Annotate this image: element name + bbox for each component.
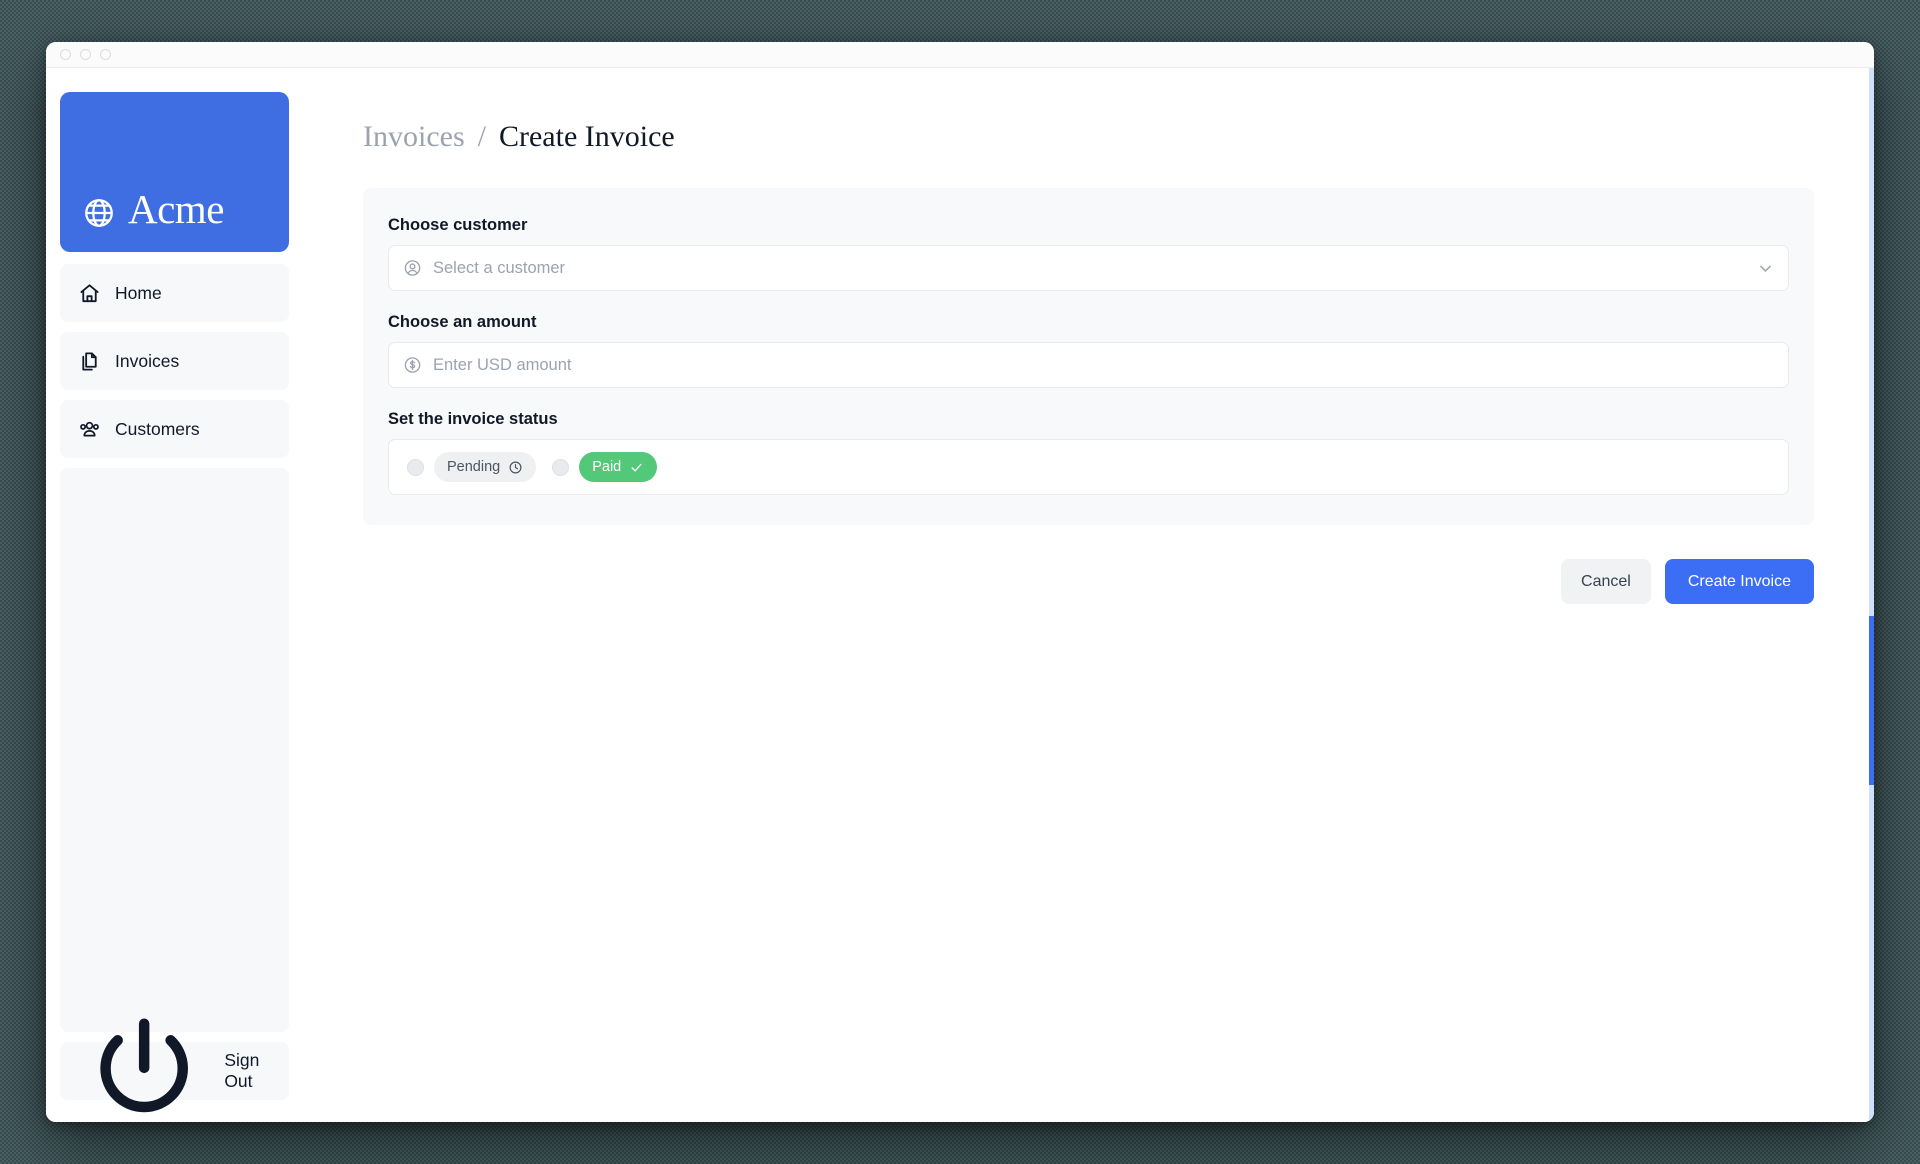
breadcrumb-current: Create Invoice bbox=[498, 120, 675, 153]
sidebar-item-invoices[interactable]: Invoices bbox=[60, 332, 289, 390]
amount-label: Choose an amount bbox=[388, 313, 537, 331]
users-icon bbox=[80, 421, 99, 436]
radio-pending[interactable] bbox=[407, 458, 424, 476]
amount-input-wrapper[interactable]: Enter USD amount bbox=[388, 342, 1789, 388]
cancel-button[interactable]: Cancel bbox=[1561, 559, 1651, 604]
radio-paid[interactable] bbox=[552, 458, 570, 476]
brand-name: Acme bbox=[128, 186, 224, 232]
currency-dollar-icon bbox=[404, 357, 421, 373]
browser-window: Acme Home Invoices Customers Sign Out In… bbox=[46, 42, 1874, 1122]
app-viewport: Acme Home Invoices Customers Sign Out In… bbox=[46, 68, 1874, 1122]
customer-select-value: Select a customer bbox=[433, 258, 566, 277]
sidebar-spacer bbox=[60, 468, 289, 1032]
sidebar-item-label: Home bbox=[115, 282, 162, 303]
status-option-paid[interactable]: Paid bbox=[552, 452, 658, 482]
breadcrumb-invoices[interactable]: Invoices bbox=[363, 120, 465, 154]
pending-label: Pending bbox=[447, 459, 501, 475]
main-content: Invoices / Create Invoice Choose custome… bbox=[303, 68, 1874, 1122]
maximize-icon[interactable] bbox=[100, 49, 111, 60]
breadcrumb-separator: / bbox=[477, 120, 486, 153]
sidebar-item-customers[interactable]: Customers bbox=[60, 400, 289, 458]
customer-label: Choose customer bbox=[388, 216, 528, 234]
status-radio-group: Pending Paid bbox=[388, 439, 1789, 495]
paid-badge: Paid bbox=[579, 452, 658, 482]
close-icon[interactable] bbox=[60, 49, 71, 60]
document-duplicate-icon bbox=[82, 351, 97, 371]
amount-input[interactable]: Enter USD amount bbox=[433, 356, 1774, 375]
sidebar-item-label: Customers bbox=[115, 418, 200, 439]
create-invoice-button[interactable]: Create Invoice bbox=[1664, 559, 1814, 604]
paid-label: Paid bbox=[592, 459, 622, 475]
vertical-scrollbar[interactable] bbox=[1869, 68, 1874, 1122]
globe-icon bbox=[85, 199, 113, 227]
status-label: Set the invoice status bbox=[388, 410, 558, 428]
customer-select[interactable]: Select a customer bbox=[388, 245, 1789, 291]
sidebar-item-label: Invoices bbox=[115, 350, 180, 371]
user-circle-icon bbox=[404, 260, 421, 276]
chevron-down-icon bbox=[1760, 265, 1771, 272]
power-icon bbox=[100, 1018, 188, 1113]
status-option-pending[interactable]: Pending bbox=[407, 452, 537, 482]
minimize-icon[interactable] bbox=[80, 49, 91, 60]
check-icon bbox=[631, 463, 642, 471]
brand-logo[interactable]: Acme bbox=[60, 92, 289, 252]
home-icon bbox=[80, 283, 99, 302]
clock-icon bbox=[509, 461, 522, 473]
window-titlebar bbox=[46, 42, 1874, 68]
sign-out-label: Sign Out bbox=[224, 1050, 260, 1091]
sign-out-button[interactable]: Sign Out bbox=[60, 1018, 289, 1113]
create-invoice-form: Choose customer Select a customer Choose… bbox=[363, 188, 1814, 525]
sidebar-item-home[interactable]: Home bbox=[60, 264, 289, 322]
sidebar-nav: Home Invoices Customers bbox=[60, 264, 289, 458]
breadcrumb: Invoices / Create Invoice bbox=[363, 120, 1814, 154]
form-actions: Cancel Create Invoice bbox=[363, 559, 1814, 604]
sidebar: Acme Home Invoices Customers Sign Out bbox=[46, 68, 303, 1122]
pending-badge: Pending bbox=[434, 452, 537, 482]
